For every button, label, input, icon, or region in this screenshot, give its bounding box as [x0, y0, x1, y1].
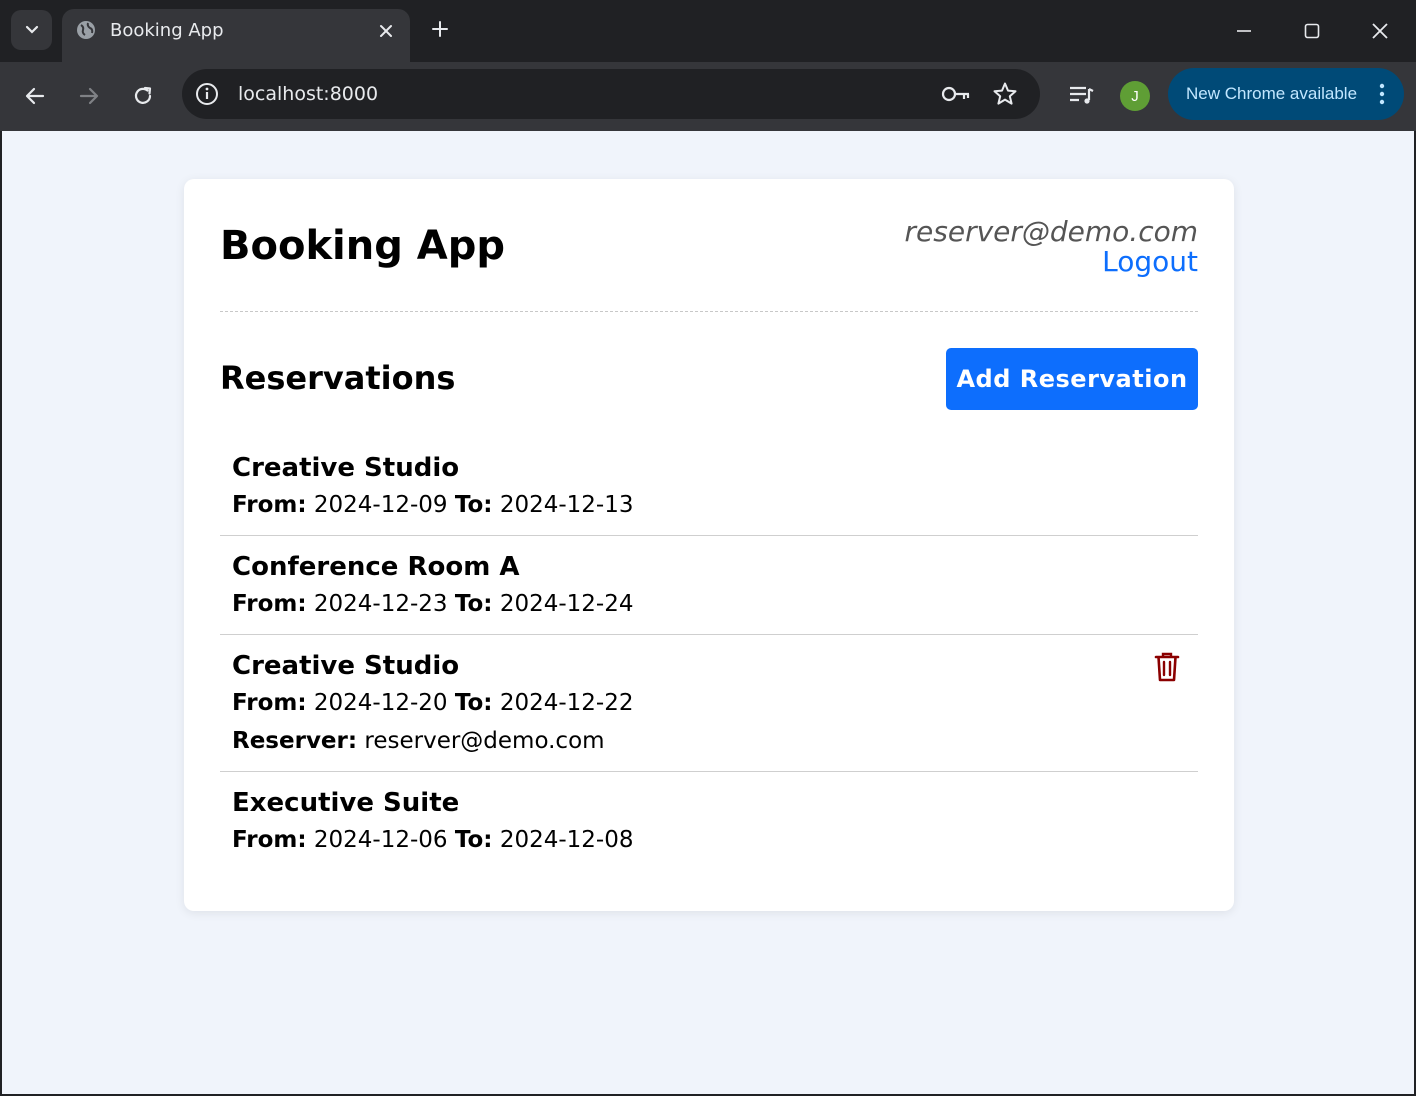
section-title: Reservations — [220, 359, 456, 397]
chevron-down-icon — [25, 25, 38, 34]
profile-avatar[interactable]: J — [1120, 81, 1150, 111]
minimize-button[interactable] — [1224, 12, 1264, 50]
minimize-icon — [1237, 30, 1251, 32]
to-date: 2024-12-08 — [499, 827, 634, 853]
to-date: 2024-12-24 — [499, 591, 634, 617]
tab-search-button[interactable] — [11, 10, 52, 50]
from-label: From: — [232, 827, 307, 853]
app-card: Booking App reserver@demo.com Logout Res… — [184, 179, 1234, 911]
reserver-email: reserver@demo.com — [364, 728, 605, 754]
browser-toolbar: localhost:8000 J New Chrome available — [0, 62, 1416, 131]
reservation-item: Conference Room A From: 2024-12-23 To: 2… — [220, 536, 1198, 635]
reservation-item: Executive Suite From: 2024-12-06 To: 202… — [220, 772, 1198, 870]
more-vert-icon[interactable] — [1372, 81, 1392, 107]
key-icon[interactable] — [940, 82, 972, 106]
close-window-button[interactable] — [1360, 12, 1400, 50]
active-tab[interactable]: Booking App — [62, 9, 410, 62]
trash-icon[interactable] — [1154, 651, 1180, 683]
reservation-dates: From: 2024-12-06 To: 2024-12-08 — [232, 822, 1186, 858]
browser-chrome: Booking App localhost:8000 J New Chrome … — [0, 0, 1416, 131]
url-text[interactable]: localhost:8000 — [238, 82, 378, 106]
tab-title: Booking App — [110, 20, 224, 41]
add-reservation-button[interactable]: Add Reservation — [946, 348, 1198, 410]
maximize-button[interactable] — [1292, 12, 1332, 50]
reservation-list: Creative Studio From: 2024-12-09 To: 202… — [220, 437, 1198, 870]
tab-strip: Booking App — [0, 0, 1416, 62]
reservation-dates: From: 2024-12-20 To: 2024-12-22 — [232, 685, 1186, 721]
reservation-item: Creative Studio From: 2024-12-09 To: 202… — [220, 437, 1198, 536]
from-date: 2024-12-09 — [313, 492, 448, 518]
reservation-dates: From: 2024-12-23 To: 2024-12-24 — [232, 586, 1186, 622]
from-date: 2024-12-20 — [313, 690, 448, 716]
plus-icon — [432, 21, 448, 37]
from-date: 2024-12-23 — [313, 591, 448, 617]
from-label: From: — [232, 492, 307, 518]
update-chrome-button[interactable]: New Chrome available — [1168, 68, 1404, 120]
from-label: From: — [232, 591, 307, 617]
reservation-name: Creative Studio — [232, 453, 460, 483]
globe-icon — [77, 21, 95, 39]
star-icon[interactable] — [992, 81, 1018, 107]
to-label: To: — [454, 492, 493, 518]
reserver-label: Reserver: — [232, 728, 358, 754]
update-label: New Chrome available — [1186, 84, 1358, 103]
reservation-item: Creative Studio From: 2024-12-20 To: 202… — [220, 635, 1198, 772]
tab-close-button[interactable] — [374, 19, 398, 43]
app-title: Booking App — [220, 223, 506, 269]
reload-icon — [134, 86, 152, 104]
page-viewport: Booking App reserver@demo.com Logout Res… — [2, 131, 1414, 1094]
address-bar[interactable]: localhost:8000 — [182, 69, 1040, 119]
user-email: reserver@demo.com — [904, 215, 1198, 248]
header-divider — [220, 311, 1198, 312]
info-icon[interactable] — [194, 81, 220, 107]
logout-link[interactable]: Logout — [1102, 245, 1198, 278]
close-icon — [380, 25, 392, 37]
reload-button[interactable] — [125, 78, 161, 114]
new-tab-button[interactable] — [426, 15, 454, 43]
close-icon — [1372, 23, 1388, 39]
reservation-name: Creative Studio — [232, 651, 460, 681]
reservation-name: Executive Suite — [232, 788, 460, 818]
reservation-reserver: Reserver: reserver@demo.com — [232, 723, 1186, 759]
reservation-dates: From: 2024-12-09 To: 2024-12-13 — [232, 487, 1186, 523]
to-date: 2024-12-13 — [499, 492, 634, 518]
to-label: To: — [454, 591, 493, 617]
arrow-left-icon — [25, 87, 45, 105]
from-label: From: — [232, 690, 307, 716]
maximize-icon — [1304, 23, 1320, 39]
to-label: To: — [454, 690, 493, 716]
forward-button[interactable] — [71, 78, 107, 114]
to-label: To: — [454, 827, 493, 853]
media-controls-icon[interactable] — [1066, 80, 1096, 110]
from-date: 2024-12-06 — [313, 827, 448, 853]
reservation-name: Conference Room A — [232, 552, 520, 582]
back-button[interactable] — [17, 78, 53, 114]
to-date: 2024-12-22 — [499, 690, 634, 716]
arrow-right-icon — [79, 87, 99, 105]
